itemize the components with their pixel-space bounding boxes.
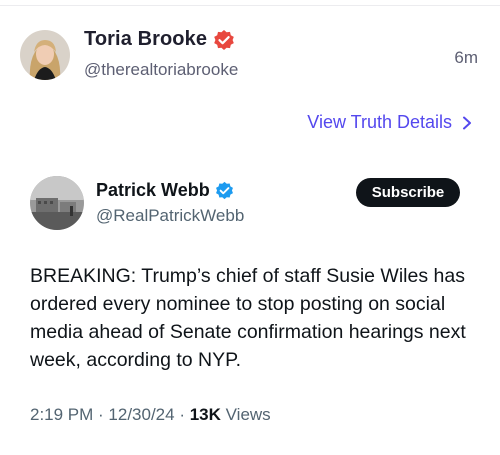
post-body-text: BREAKING: Trump’s chief of staff Susie W… (30, 265, 466, 371)
subscribe-button[interactable]: Subscribe (356, 178, 460, 207)
verified-badge-icon (214, 29, 234, 50)
author-handle[interactable]: @therealtoriabrooke (84, 60, 238, 80)
verified-badge-icon (215, 181, 233, 200)
view-truth-details-link[interactable]: View Truth Details (307, 112, 472, 133)
post-metadata: 2:19 PM · 12/30/24 · 13K Views (30, 405, 271, 425)
views-count[interactable]: 13K (190, 405, 221, 425)
author-name[interactable]: Toria Brooke (84, 28, 207, 51)
view-truth-details-label: View Truth Details (307, 112, 452, 132)
meta-separator: · (174, 405, 190, 424)
embedded-author-name[interactable]: Patrick Webb (96, 180, 210, 201)
meta-separator: · (93, 405, 109, 424)
author-name-row: Toria Brooke (84, 28, 235, 51)
post-time[interactable]: 2:19 PM (30, 405, 93, 425)
chevron-right-icon (463, 116, 471, 129)
author-avatar[interactable] (20, 30, 70, 80)
embedded-author-avatar-image (30, 176, 84, 230)
post-timestamp: 6m (454, 48, 478, 67)
author-avatar-image (20, 30, 70, 80)
top-divider (0, 0, 500, 6)
views-label: Views (220, 405, 271, 424)
post-date[interactable]: 12/30/24 (108, 405, 174, 425)
embedded-author-name-row: Patrick Webb (96, 180, 234, 201)
embedded-author-avatar[interactable] (30, 176, 84, 230)
embedded-author-handle[interactable]: @RealPatrickWebb (96, 206, 244, 226)
